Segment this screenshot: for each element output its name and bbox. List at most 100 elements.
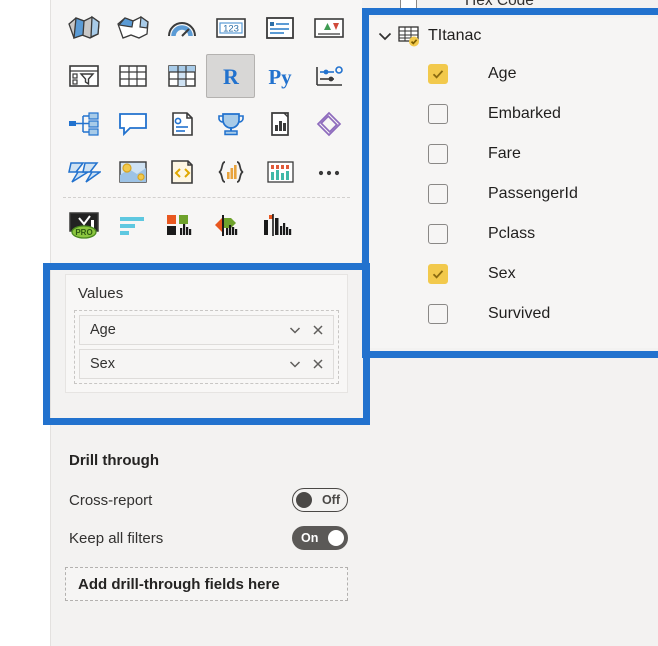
funnel-compare-icon[interactable] bbox=[206, 203, 255, 247]
field-row-survived[interactable]: Survived bbox=[370, 294, 658, 334]
svg-text:123: 123 bbox=[223, 24, 239, 35]
svg-text:Py: Py bbox=[268, 65, 292, 89]
grouped-column-icon[interactable] bbox=[157, 203, 206, 247]
value-chip-label: Age bbox=[90, 322, 116, 338]
checkbox-unchecked-icon[interactable] bbox=[428, 304, 448, 324]
charticulator-icon[interactable] bbox=[255, 150, 304, 194]
gallery-row: 123 bbox=[59, 4, 354, 52]
fields-table-row[interactable]: TItanac bbox=[370, 18, 658, 54]
svg-text:R: R bbox=[223, 64, 240, 89]
arcgis-map-icon[interactable] bbox=[108, 150, 157, 194]
close-icon[interactable] bbox=[311, 357, 325, 371]
checkbox-unchecked-icon[interactable] bbox=[428, 184, 448, 204]
visualization-gallery: 123 R Py PRO bbox=[51, 0, 362, 260]
field-label: Fare bbox=[488, 145, 521, 162]
key-influencers-icon[interactable] bbox=[304, 54, 353, 98]
values-well-title: Values bbox=[78, 285, 124, 302]
toggle-knob bbox=[296, 492, 312, 508]
close-icon[interactable] bbox=[311, 323, 325, 337]
smart-narrative-icon[interactable] bbox=[108, 102, 157, 146]
horizontal-bar-icon[interactable] bbox=[108, 203, 157, 247]
values-well: Values Age Sex bbox=[65, 274, 348, 393]
chevron-down-icon[interactable] bbox=[376, 27, 394, 45]
drill-through-heading: Drill through bbox=[69, 452, 159, 469]
keep-all-filters-row: Keep all filters On bbox=[65, 519, 348, 557]
cross-report-toggle[interactable]: Off bbox=[292, 488, 348, 512]
html-content-icon[interactable] bbox=[157, 150, 206, 194]
slicer-icon[interactable] bbox=[59, 54, 108, 98]
field-label: Age bbox=[488, 65, 517, 82]
shape-map-icon[interactable] bbox=[108, 6, 157, 50]
screenshot-root: 123 R Py PRO Values Age Sex Drill throug… bbox=[0, 0, 658, 646]
table-icon[interactable] bbox=[108, 54, 157, 98]
value-chip-actions bbox=[288, 323, 325, 337]
gallery-row: R Py bbox=[59, 52, 354, 100]
svg-text:PRO: PRO bbox=[75, 228, 92, 237]
python-visual-icon[interactable]: Py bbox=[255, 54, 304, 98]
field-row-passengerid[interactable]: PassengerId bbox=[370, 174, 658, 214]
fields-pane: Hex Code TItanac Age Embarked Fare Passe… bbox=[362, 0, 658, 646]
checkbox-checked-icon[interactable] bbox=[428, 264, 448, 284]
field-label: PassengerId bbox=[488, 185, 578, 202]
table-icon bbox=[398, 25, 422, 47]
gallery-row-custom: PRO bbox=[59, 202, 354, 248]
value-chip-label: Sex bbox=[90, 356, 115, 372]
field-label: Embarked bbox=[488, 105, 561, 122]
deneb-icon[interactable] bbox=[206, 150, 255, 194]
field-label: Pclass bbox=[488, 225, 536, 242]
cross-report-toggle-state: Off bbox=[321, 493, 340, 507]
checkbox-unchecked-icon[interactable] bbox=[428, 144, 448, 164]
cross-report-row: Cross-report Off bbox=[65, 481, 348, 519]
filled-map-icon[interactable] bbox=[59, 6, 108, 50]
kpi-icon[interactable] bbox=[304, 6, 353, 50]
value-chip-age[interactable]: Age bbox=[79, 315, 334, 345]
chevron-down-icon[interactable] bbox=[288, 357, 302, 371]
checkbox-unchecked-icon[interactable] bbox=[428, 104, 448, 124]
more-options-icon[interactable] bbox=[304, 150, 353, 194]
field-row-fare[interactable]: Fare bbox=[370, 134, 658, 174]
clipped-field-inner: Hex Code bbox=[362, 0, 658, 10]
field-row-sex[interactable]: Sex bbox=[370, 254, 658, 294]
keep-all-filters-toggle-state: On bbox=[301, 531, 319, 545]
gallery-divider bbox=[63, 197, 350, 198]
toggle-knob bbox=[328, 530, 344, 546]
multi-row-card-icon[interactable] bbox=[255, 6, 304, 50]
drill-through-dropzone[interactable]: Add drill-through fields here bbox=[65, 567, 348, 601]
r-script-visual-icon[interactable]: R bbox=[206, 54, 255, 98]
keep-all-filters-label: Keep all filters bbox=[69, 529, 164, 547]
gallery-row bbox=[59, 100, 354, 148]
metrics-icon[interactable] bbox=[157, 102, 206, 146]
checkbox-unchecked-icon[interactable] bbox=[400, 0, 417, 10]
gauge-icon[interactable] bbox=[157, 6, 206, 50]
field-row-embarked[interactable]: Embarked bbox=[370, 94, 658, 134]
drill-through-section: Drill through Cross-report Off Keep all … bbox=[51, 438, 362, 646]
field-wells: Values Age Sex Drill through Cross-repor… bbox=[51, 266, 362, 646]
values-dropzone[interactable]: Age Sex bbox=[74, 310, 339, 384]
clipped-field-label: Hex Code bbox=[465, 0, 534, 9]
keep-all-filters-toggle[interactable]: On bbox=[292, 526, 348, 550]
azure-map-icon[interactable] bbox=[59, 150, 108, 194]
power-automate-icon[interactable] bbox=[304, 102, 353, 146]
matrix-icon[interactable] bbox=[157, 54, 206, 98]
paginated-report-icon[interactable] bbox=[206, 102, 255, 146]
gallery-row bbox=[59, 148, 354, 196]
visualizations-panel: 123 R Py PRO Values Age Sex Drill throug… bbox=[50, 0, 362, 646]
field-label: Survived bbox=[488, 305, 551, 322]
checkbox-unchecked-icon[interactable] bbox=[428, 224, 448, 244]
chevron-down-icon[interactable] bbox=[288, 323, 302, 337]
checkbox-checked-icon[interactable] bbox=[428, 64, 448, 84]
value-chip-sex[interactable]: Sex bbox=[79, 349, 334, 379]
cross-report-label: Cross-report bbox=[69, 491, 153, 509]
card-icon[interactable]: 123 bbox=[206, 6, 255, 50]
fields-list: TItanac Age Embarked Fare PassengerId Pc… bbox=[370, 18, 658, 348]
clipped-field-row: Hex Code bbox=[362, 0, 658, 14]
variance-chart-icon[interactable] bbox=[255, 203, 304, 247]
decomposition-tree-icon[interactable] bbox=[59, 102, 108, 146]
zoomcharts-pro-icon[interactable]: PRO bbox=[59, 203, 108, 247]
field-label: Sex bbox=[488, 265, 516, 282]
power-apps-icon[interactable] bbox=[255, 102, 304, 146]
value-chip-actions bbox=[288, 357, 325, 371]
fields-table-name: TItanac bbox=[428, 27, 482, 44]
field-row-pclass[interactable]: Pclass bbox=[370, 214, 658, 254]
field-row-age[interactable]: Age bbox=[370, 54, 658, 94]
